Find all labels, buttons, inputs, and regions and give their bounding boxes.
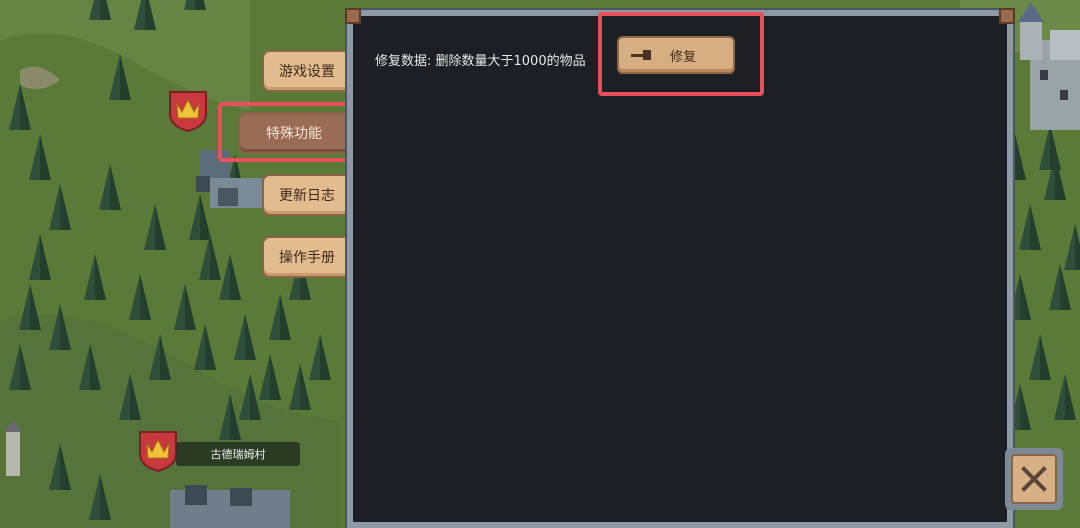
tab-special-functions[interactable]: 特殊功能 (238, 112, 348, 154)
kingdom-crest-icon[interactable] (168, 90, 208, 133)
panel-corner (999, 8, 1015, 24)
special-functions-panel: 修复数据: 删除数量大于1000的物品 修复 (347, 10, 1013, 528)
hammer-icon (631, 50, 651, 60)
close-button[interactable] (1005, 448, 1063, 510)
tab-update-log[interactable]: 更新日志 (262, 174, 350, 216)
repair-button-label: 修复 (669, 49, 696, 65)
tab-operation-manual[interactable]: 操作手册 (262, 236, 350, 278)
panel-corner (345, 8, 361, 24)
village-crest-icon[interactable] (138, 430, 178, 473)
repair-button[interactable]: 修复 (617, 36, 735, 74)
repair-data-label: 修复数据: 删除数量大于1000的物品 (375, 54, 586, 69)
close-icon (1021, 466, 1047, 492)
village-name-label: 古德瑞姆村 (176, 442, 300, 466)
tab-game-settings[interactable]: 游戏设置 (262, 50, 350, 92)
